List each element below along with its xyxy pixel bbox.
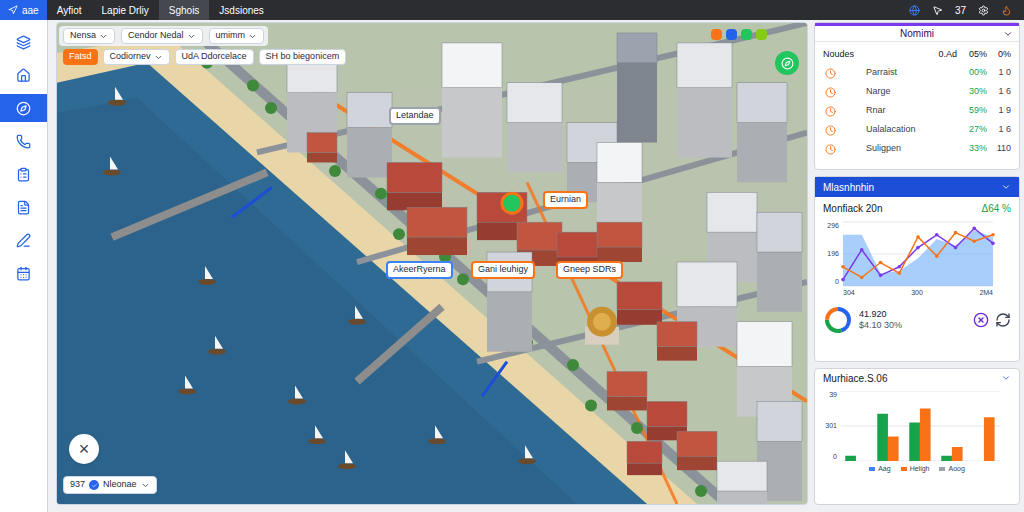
compass-icon xyxy=(781,57,794,70)
legend-swatch xyxy=(901,467,907,471)
logo[interactable]: aae xyxy=(0,0,47,20)
sidebar-item[interactable] xyxy=(0,61,47,89)
filter-tag[interactable]: Fatsd xyxy=(63,49,98,65)
sidebar-icon xyxy=(16,101,31,116)
stat-icon xyxy=(825,125,836,136)
chevron-down-icon xyxy=(154,53,163,62)
chevron-down-icon xyxy=(1001,182,1011,192)
stats-panel: NomimiNoudes0.Ad05%0%Parraist00%1 0Narge… xyxy=(814,22,1020,170)
filter-dropdown[interactable]: umimm xyxy=(209,28,265,44)
chevron-down-icon xyxy=(99,32,108,41)
filter-bar: Nensa Cendor Nedal umimm xyxy=(59,26,268,46)
map-tools xyxy=(711,29,767,40)
bar-legend: AagHelighAoog xyxy=(815,461,1019,475)
body: Nensa Cendor Nedal umimm Fatsd Codiornev UdA … xyxy=(0,20,1024,512)
legend-swatch xyxy=(939,467,945,471)
map-label[interactable]: Gani leuhigy xyxy=(471,261,535,279)
sidebar-item[interactable] xyxy=(0,259,47,287)
sidebar xyxy=(0,20,48,512)
cursor-icon[interactable] xyxy=(932,5,943,16)
stats-row[interactable]: Rnar59%1 9 xyxy=(815,102,1019,121)
sidebar-item[interactable] xyxy=(0,94,47,122)
stat-icon xyxy=(825,68,836,79)
stats-header-row: Noudes0.Ad05%0% xyxy=(815,42,1019,64)
sidebar-item[interactable] xyxy=(0,28,47,56)
close-button[interactable]: × xyxy=(69,434,99,464)
sidebar-item[interactable] xyxy=(0,226,47,254)
top-tab[interactable]: Ayfiot xyxy=(47,0,92,20)
chevron-down-icon xyxy=(1001,373,1011,383)
chevron-down-icon xyxy=(248,32,257,41)
sidebar-icon xyxy=(16,68,31,83)
bar-chart xyxy=(841,391,1001,461)
filter-dropdown[interactable]: Codiornev xyxy=(103,49,170,65)
locate-button[interactable] xyxy=(775,51,799,75)
check-icon xyxy=(89,480,99,490)
panel-header[interactable]: Mlasnhnhin xyxy=(815,177,1019,197)
stats-row[interactable]: Ualalacation27%1 6 xyxy=(815,121,1019,140)
trend-panel: MlasnhnhinMonfiack 20nΔ64 %2961960304300… xyxy=(814,176,1020,362)
top-actions: 37 xyxy=(909,3,1024,18)
sidebar-icon xyxy=(16,266,31,281)
trend-line-chart xyxy=(843,222,993,286)
top-tab[interactable]: Sghois xyxy=(159,0,210,20)
app: aaeAyfiotLapie DrliySghoisJsdsiones 37 Nen… xyxy=(0,0,1024,512)
donut-chart xyxy=(823,305,853,335)
donut-row: 41.920$4.10 30% xyxy=(815,299,1019,335)
sidebar-icon xyxy=(16,35,31,50)
sidebar-item[interactable] xyxy=(0,160,47,188)
tool-icon[interactable] xyxy=(756,29,767,40)
map-label[interactable]: Letandae xyxy=(389,107,441,125)
trend-chart: 29619603043002M4 xyxy=(815,216,1019,299)
bar-chart-area: 393010 xyxy=(815,387,1019,461)
sidebar-icon xyxy=(16,167,31,182)
refresh-icon[interactable] xyxy=(995,312,1011,328)
legend-swatch xyxy=(869,467,875,471)
panel-header[interactable]: Nomimi xyxy=(815,23,1019,42)
map-view: Nensa Cendor Nedal umimm Fatsd Codiornev UdA … xyxy=(56,22,808,505)
close-circle-icon[interactable] xyxy=(973,312,989,328)
main: Nensa Cendor Nedal umimm Fatsd Codiornev UdA … xyxy=(48,20,1024,512)
stats-row[interactable]: Narge30%1 6 xyxy=(815,83,1019,102)
tool-icon[interactable] xyxy=(726,29,737,40)
sidebar-item[interactable] xyxy=(0,127,47,155)
filter-dropdown[interactable]: Nensa xyxy=(63,28,115,44)
logo-icon xyxy=(8,5,18,15)
flame-icon[interactable] xyxy=(1001,5,1012,16)
trend-summary: Monfiack 20nΔ64 % xyxy=(815,197,1019,216)
filter-chip[interactable]: SH bo biegonicem xyxy=(259,49,347,65)
chevron-down-icon xyxy=(1003,29,1013,39)
stat-icon xyxy=(825,144,836,155)
top-tab[interactable]: Lapie Drliy xyxy=(92,0,159,20)
globe-icon[interactable] xyxy=(909,5,920,16)
top-tab[interactable]: Jsdsiones xyxy=(209,0,273,20)
sidebar-icon xyxy=(16,233,31,248)
stat-icon xyxy=(825,87,836,98)
map-label[interactable]: Gneep SDRs xyxy=(556,261,623,279)
stats-row[interactable]: Suligpen33%110 xyxy=(815,140,1019,159)
chevron-down-icon xyxy=(187,32,196,41)
panel-header[interactable]: Murhiace.S.06 xyxy=(815,369,1019,387)
tool-icon[interactable] xyxy=(741,29,752,40)
chip-bar: Fatsd Codiornev UdA Ddorcelace SH bo biegon… xyxy=(63,49,346,65)
zoom-control[interactable]: 937Nleonae xyxy=(63,476,157,494)
map-label[interactable]: AkeerRyerna xyxy=(386,261,453,279)
settings-icon[interactable] xyxy=(978,5,989,16)
stat-icon xyxy=(825,106,836,117)
filter-dropdown[interactable]: Cendor Nedal xyxy=(121,28,203,44)
map-label[interactable]: Eurnian xyxy=(543,191,588,209)
stats-row[interactable]: Parraist00%1 0 xyxy=(815,64,1019,83)
sidebar-item[interactable] xyxy=(0,193,47,221)
top-bar: aaeAyfiotLapie DrliySghoisJsdsiones 37 xyxy=(0,0,1024,20)
tool-icon[interactable] xyxy=(711,29,722,40)
sidebar-icon xyxy=(16,134,31,149)
sidebar-icon xyxy=(16,200,31,215)
count-badge: 37 xyxy=(955,3,966,18)
right-column: NomimiNoudes0.Ad05%0%Parraist00%1 0Narge… xyxy=(814,22,1020,505)
filter-chip[interactable]: UdA Ddorcelace xyxy=(175,49,254,65)
chevron-down-icon xyxy=(141,481,150,490)
bars-panel: Murhiace.S.06393010AagHelighAoog xyxy=(814,368,1020,505)
